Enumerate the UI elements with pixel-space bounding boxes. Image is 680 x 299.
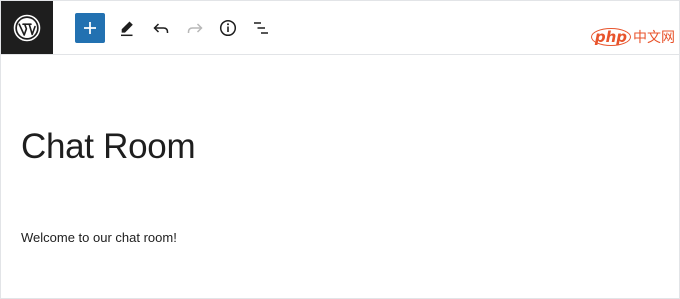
paragraph-block[interactable]: Welcome to our chat room!	[21, 230, 177, 245]
undo-icon	[153, 23, 169, 33]
redo-icon	[187, 23, 203, 33]
post-title[interactable]: Chat Room	[21, 127, 196, 167]
undo-button[interactable]	[146, 13, 176, 43]
watermark-site-name: 中文网	[633, 30, 675, 46]
editor-toolbar: php 中文网	[1, 1, 679, 55]
tools-button[interactable]	[112, 13, 142, 43]
plus-icon	[84, 22, 96, 34]
editor-window: php 中文网 Chat Room Welcome to our chat ro…	[0, 0, 680, 299]
site-watermark: php 中文网	[590, 27, 675, 47]
list-view-icon	[254, 22, 268, 34]
redo-button[interactable]	[180, 13, 210, 43]
info-icon	[219, 19, 237, 37]
details-button[interactable]	[213, 13, 243, 43]
list-view-button[interactable]	[246, 13, 276, 43]
watermark-php: php	[590, 28, 631, 46]
add-block-button[interactable]	[75, 13, 105, 43]
pencil-icon	[121, 21, 133, 37]
wordpress-logo-icon[interactable]	[1, 1, 53, 54]
